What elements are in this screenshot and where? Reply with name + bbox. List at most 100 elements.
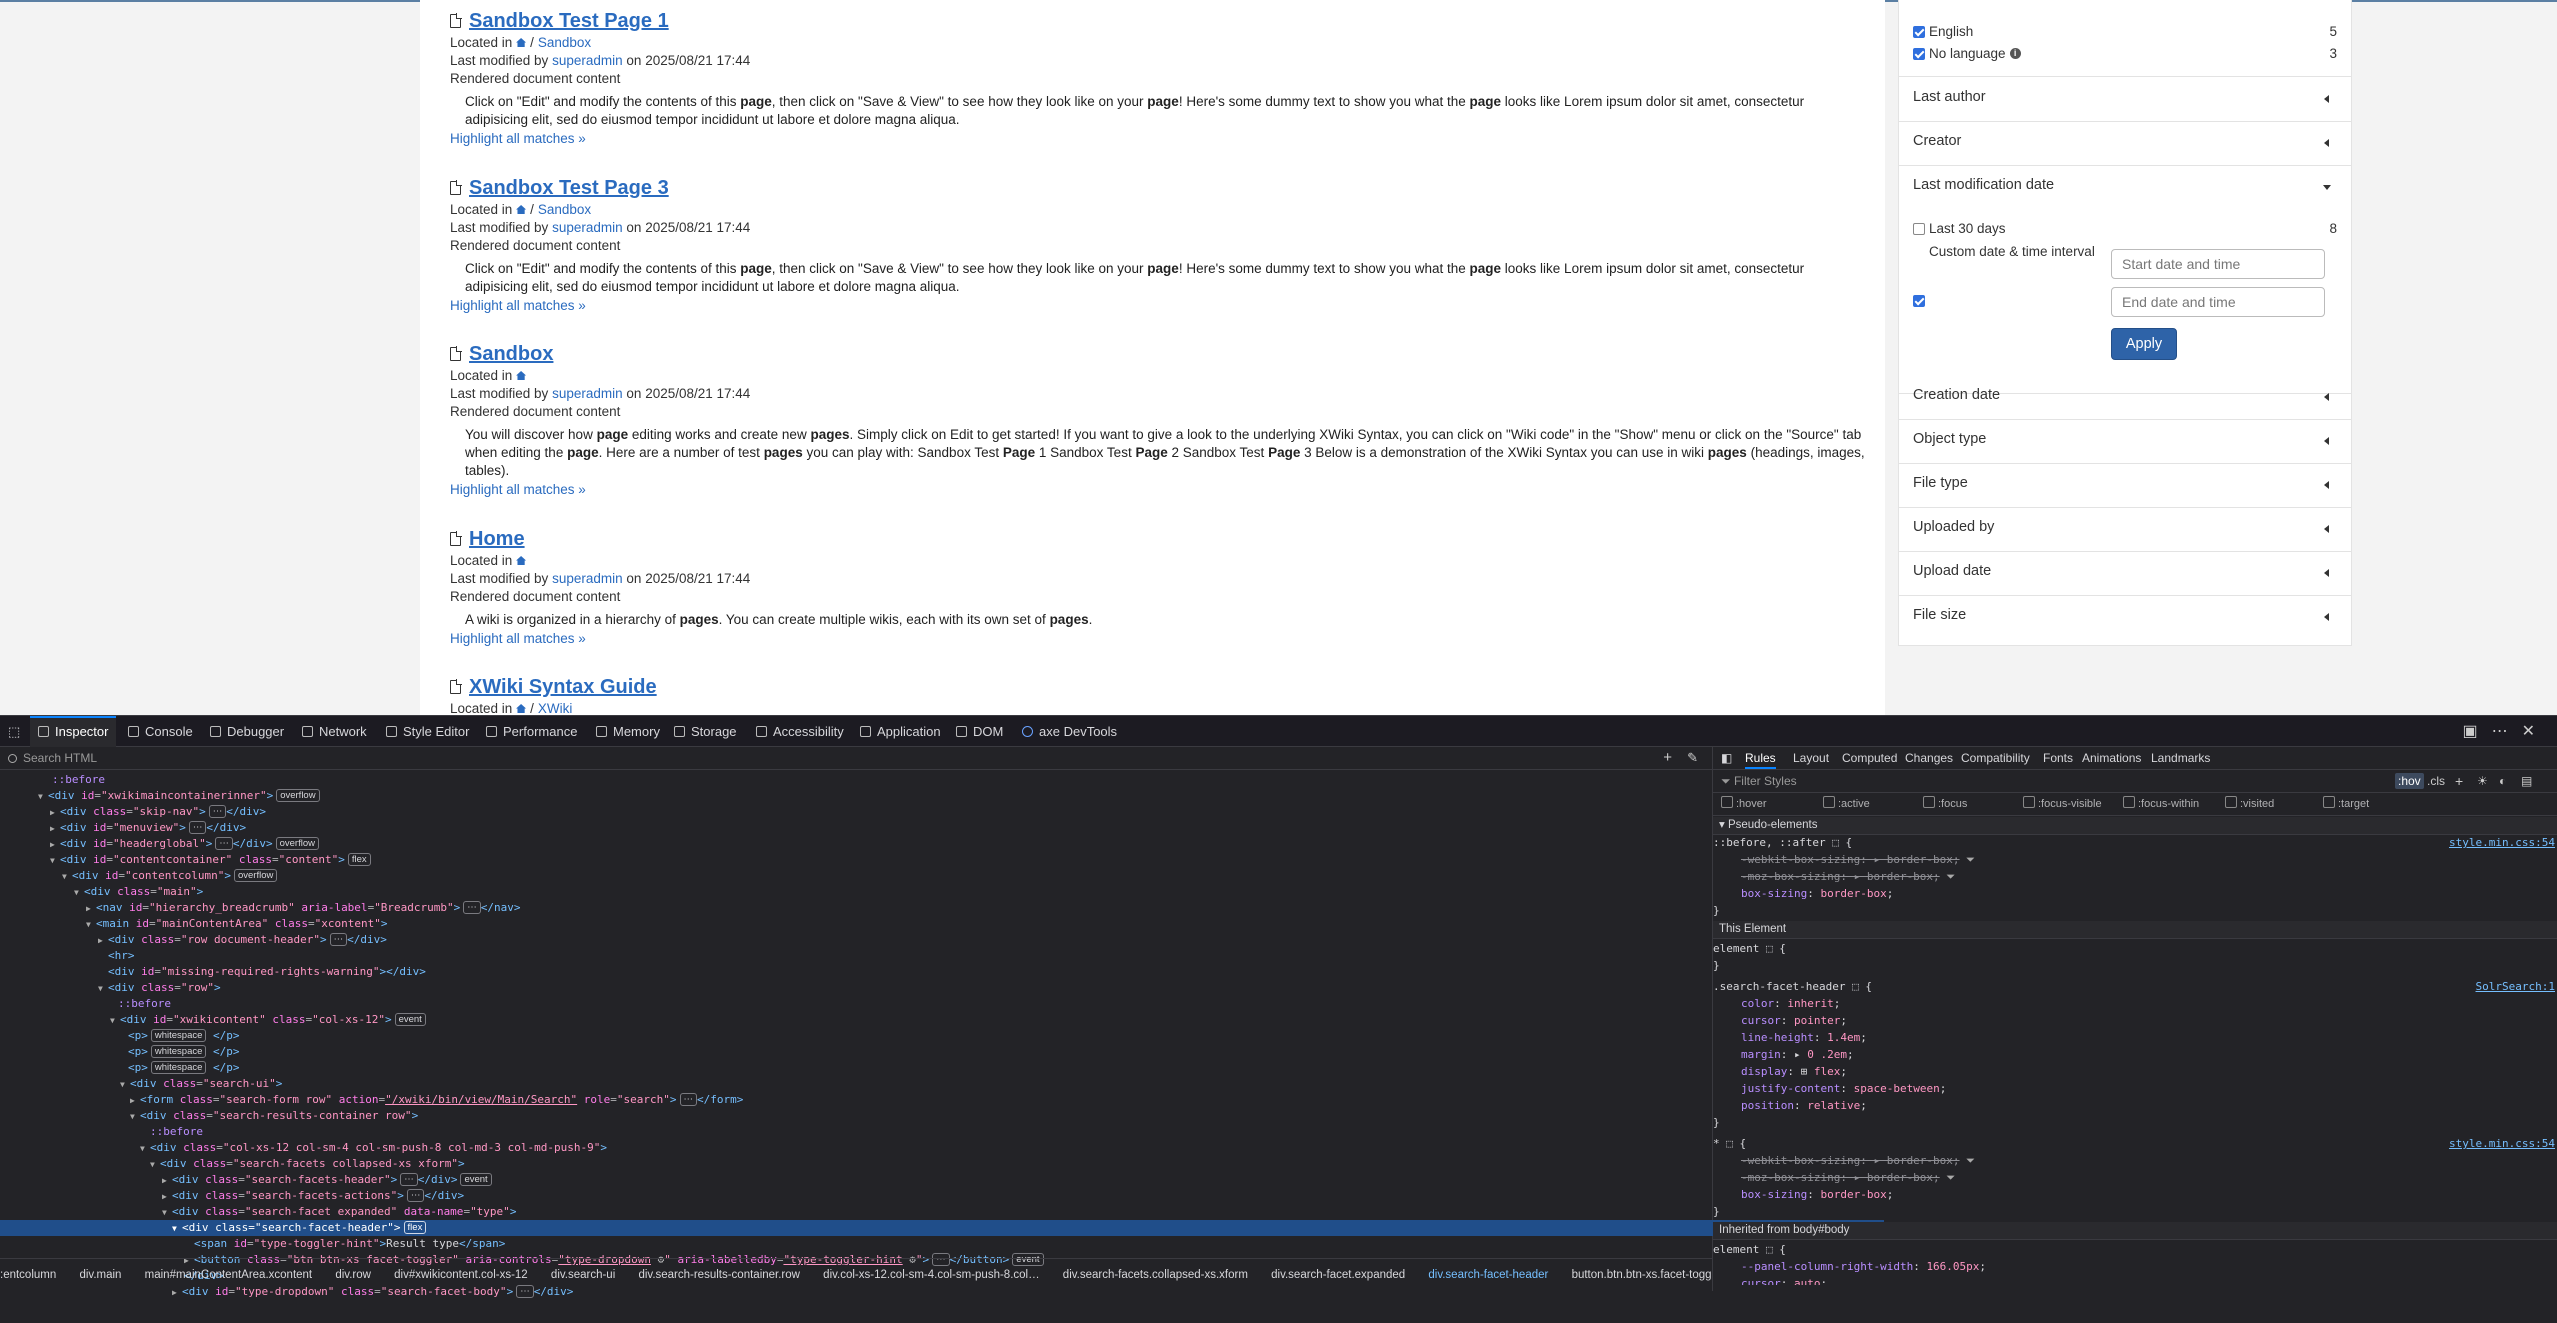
- tree-node[interactable]: ▼ <div class="col-xs-12 col-sm-4 col-sm-p…: [0, 1140, 1852, 1156]
- cls-toggle[interactable]: .cls: [2427, 770, 2445, 792]
- tab-console[interactable]: Console: [128, 716, 193, 747]
- tree-node[interactable]: ▶ <div id="headerglobal"> ⋯ </div> overflow: [0, 836, 1762, 852]
- checkbox[interactable]: [1913, 47, 1925, 60]
- tree-node[interactable]: ▶ <form class="search-form row" action="/…: [0, 1092, 1842, 1108]
- result-title-link[interactable]: XWiki Syntax Guide: [469, 677, 657, 697]
- rule-declaration[interactable]: position: relative;: [1713, 1097, 2557, 1114]
- rule-declaration[interactable]: justify-content: space-between;: [1713, 1080, 2557, 1097]
- home-icon[interactable]: [516, 38, 527, 47]
- facet-creation-date[interactable]: Creation date: [1899, 375, 2351, 420]
- result-title-link[interactable]: Sandbox: [469, 344, 553, 364]
- rule-selector[interactable]: element ⬚ {: [1713, 1241, 2557, 1258]
- tree-node[interactable]: ▼ <div class="search-facet expanded" data…: [0, 1204, 1874, 1220]
- author-link[interactable]: superadmin: [552, 386, 623, 401]
- breadcrumb-item-current[interactable]: div.search-facet-header: [1428, 1269, 1548, 1281]
- tab-animations[interactable]: Animations: [2082, 747, 2141, 769]
- facet-file-size[interactable]: File size: [1899, 595, 2351, 639]
- pseudo-target-checkbox[interactable]: :target: [2323, 793, 2369, 815]
- add-rule-icon[interactable]: +: [2455, 770, 2463, 792]
- pseudo-focus-checkbox[interactable]: :focus: [1923, 793, 1967, 815]
- tree-node[interactable]: ▼ <div id="xwikimaincontainerinner"> overf…: [0, 788, 1750, 804]
- tab-storage[interactable]: Storage: [674, 716, 737, 747]
- tab-network[interactable]: Network: [302, 716, 367, 747]
- tab-axe-devtools[interactable]: axe DevTools: [1022, 716, 1117, 747]
- tree-node[interactable]: ▼ <div class="main">: [0, 884, 1786, 900]
- rule-declaration[interactable]: box-sizing: border-box;: [1713, 1186, 2557, 1203]
- dock-icon[interactable]: ▣: [2462, 723, 2491, 740]
- checkbox[interactable]: [1913, 222, 1925, 235]
- home-icon[interactable]: [516, 205, 527, 214]
- tree-node[interactable]: <p> whitespace </p>: [0, 1060, 1840, 1076]
- facet-object-type[interactable]: Object type: [1899, 419, 2351, 464]
- checkbox[interactable]: [1913, 25, 1925, 38]
- tab-performance[interactable]: Performance: [486, 716, 577, 747]
- pseudo-hover-checkbox[interactable]: :hover: [1721, 793, 1767, 815]
- element-picker-icon[interactable]: ⬚: [8, 716, 20, 747]
- breadcrumb-item[interactable]: div.col-xs-12.col-sm-4.col-sm-push-8.col…: [823, 1269, 1039, 1281]
- tree-node[interactable]: ▼ <div id="contentcolumn"> overflow: [0, 868, 1774, 884]
- info-icon[interactable]: i: [2009, 48, 2021, 59]
- highlight-matches-link[interactable]: Highlight all matches »: [450, 482, 586, 497]
- eyedropper-icon[interactable]: ✎: [1687, 747, 1698, 769]
- tree-node[interactable]: ▶ <div class="skip-nav"> ⋯ </div>: [0, 804, 1762, 820]
- tree-node[interactable]: ▼ <div class="search-results-container ro…: [0, 1108, 1842, 1124]
- rule-declaration[interactable]: box-sizing: border-box;: [1713, 885, 2557, 902]
- rule-source-link[interactable]: SolrSearch:1: [2476, 978, 2555, 995]
- tree-node[interactable]: ▶ <div class="search-facets-header"> ⋯ </di…: [0, 1172, 1874, 1188]
- tab-changes[interactable]: Changes: [1905, 747, 1953, 769]
- close-icon[interactable]: ✕: [2522, 723, 2549, 740]
- tree-node[interactable]: ▼ <div id="contentcontainer" class="conte…: [0, 852, 1762, 868]
- end-date-input[interactable]: [2111, 287, 2325, 317]
- tree-node-selected[interactable]: ▼ <div class="search-facet-header"> flex: [0, 1220, 1884, 1236]
- breadcrumb-item[interactable]: div.search-results-container.row: [638, 1269, 800, 1281]
- highlight-matches-link[interactable]: Highlight all matches »: [450, 631, 586, 646]
- pseudo-elements-header[interactable]: ▾ Pseudo-elements: [1713, 817, 2557, 835]
- facet-creator[interactable]: Creator: [1899, 121, 2351, 166]
- tab-dom[interactable]: DOM: [956, 716, 1003, 747]
- facet-header[interactable]: Last modification date: [1899, 165, 2351, 209]
- tree-node[interactable]: ▼ <div class="search-ui">: [0, 1076, 1832, 1092]
- tree-node[interactable]: <span id="type-toggler-hint">Result type…: [0, 1236, 1906, 1252]
- rule-selector[interactable]: .search-facet-header ⬚ {SolrSearch:1: [1713, 978, 2557, 995]
- tab-style-editor[interactable]: Style Editor: [386, 716, 469, 747]
- tree-node[interactable]: ::before: [0, 996, 1830, 1012]
- tree-node[interactable]: ▶ <div id="menuview"> ⋯ </div>: [0, 820, 1762, 836]
- rule-declaration[interactable]: display: ⊞ flex;: [1713, 1063, 2557, 1080]
- breadcrumb-item[interactable]: div.search-facet.expanded: [1271, 1269, 1405, 1281]
- rule-source-link[interactable]: style.min.css:54: [2449, 834, 2555, 851]
- search-html-input[interactable]: Search HTML + ✎: [0, 747, 1712, 770]
- sidebar-toggle-icon[interactable]: ◧: [1721, 747, 1732, 769]
- add-node-icon[interactable]: +: [1663, 747, 1672, 769]
- breadcrumb-item[interactable]: div.search-ui: [551, 1269, 615, 1281]
- author-link[interactable]: superadmin: [552, 53, 623, 68]
- tree-node[interactable]: <div id="missing-required-rights-warning…: [0, 964, 1820, 980]
- start-date-input[interactable]: [2111, 249, 2325, 279]
- pseudo-visited-checkbox[interactable]: :visited: [2225, 793, 2274, 815]
- pseudo-active-checkbox[interactable]: :active: [1823, 793, 1870, 815]
- tab-fonts[interactable]: Fonts: [2043, 747, 2073, 769]
- facet-option-english[interactable]: English: [1913, 24, 1973, 39]
- pseudo-focus-visible-checkbox[interactable]: :focus-visible: [2023, 793, 2102, 815]
- breadcrumb-item[interactable]: div.row: [335, 1269, 371, 1281]
- rule-declaration[interactable]: --panel-column-right-width: 166.05px;: [1713, 1258, 2557, 1275]
- tree-node[interactable]: ▼ <div class="row">: [0, 980, 1810, 996]
- facet-option-no-language[interactable]: No language i: [1913, 46, 2021, 61]
- breadcrumb-item[interactable]: button.btn.btn-xs.facet-toggler: [1572, 1269, 1712, 1281]
- tab-inspector[interactable]: Inspector: [30, 716, 117, 747]
- tree-node[interactable]: ▶ <nav id="hierarchy_breadcrumb" aria-lab…: [0, 900, 1798, 916]
- apply-button[interactable]: Apply: [2111, 328, 2177, 360]
- breadcrumb-item[interactable]: div.search-facets.collapsed-xs.xform: [1063, 1269, 1248, 1281]
- tree-node[interactable]: <hr>: [0, 948, 1820, 964]
- filter-styles-input[interactable]: ⏷ Filter Styles :hov .cls + ☀ ◐ ▤: [1713, 770, 2557, 793]
- facet-upload-date[interactable]: Upload date: [1899, 551, 2351, 596]
- home-icon[interactable]: [516, 704, 527, 713]
- location-link[interactable]: XWiki: [538, 701, 573, 715]
- tree-node[interactable]: <p> whitespace </p>: [0, 1028, 1840, 1044]
- rule-declaration[interactable]: -moz-box-sizing: ▸ border-box; ⏷: [1713, 1169, 2557, 1186]
- hov-toggle[interactable]: :hov: [2395, 773, 2424, 789]
- author-link[interactable]: superadmin: [552, 220, 623, 235]
- rule-declaration[interactable]: line-height: 1.4em;: [1713, 1029, 2557, 1046]
- rule-declaration[interactable]: cursor: pointer;: [1713, 1012, 2557, 1029]
- rule-source-link[interactable]: style.min.css:54: [2449, 1135, 2555, 1152]
- print-media-icon[interactable]: ▤: [2521, 770, 2532, 792]
